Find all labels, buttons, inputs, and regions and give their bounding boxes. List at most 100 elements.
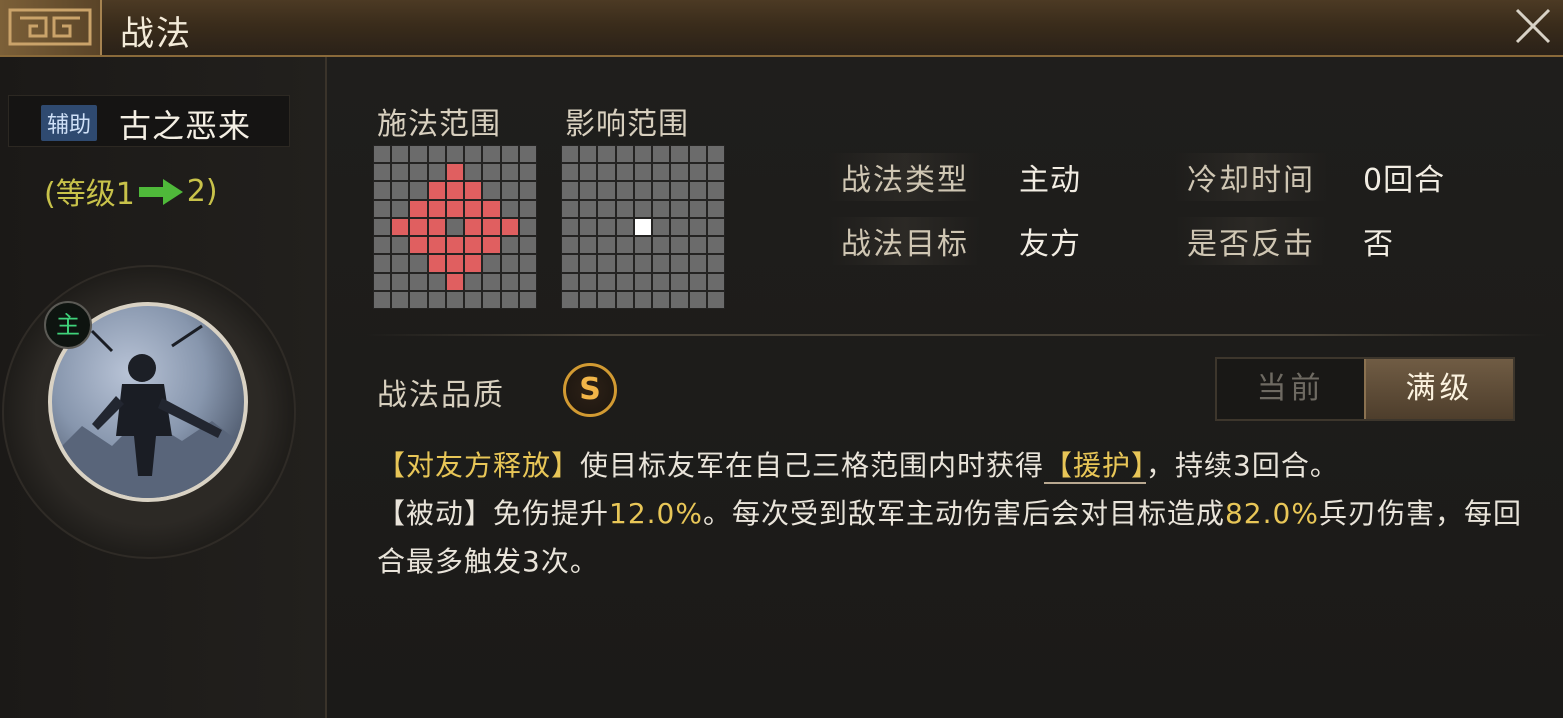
level-from: (等级1 (44, 177, 135, 212)
grid-cell (465, 164, 482, 181)
grid-cell (428, 237, 445, 254)
grid-cell (501, 291, 518, 308)
grid-cell (465, 273, 482, 290)
grid-cell (634, 182, 652, 199)
desc-text-1: 使目标友军在自己三格范围内时获得 (580, 449, 1045, 482)
grid-cell (634, 273, 652, 290)
effect-range-label: 影响范围 (565, 107, 689, 142)
tab-current[interactable]: 当前 (1217, 359, 1364, 419)
tab-max-level[interactable]: 满级 (1364, 359, 1513, 419)
grid-cell (689, 182, 706, 199)
grid-cell (689, 200, 706, 217)
desc-passive: 【被动】免伤提升 (377, 497, 610, 530)
grid-cell (446, 291, 464, 308)
grid-cell (616, 255, 633, 272)
grid-cell (598, 291, 615, 308)
desc-value-2: 82.0% (1224, 497, 1319, 530)
grid-cell (519, 255, 536, 272)
grid-cell (465, 291, 482, 308)
grid-cell (428, 200, 445, 217)
tactic-type-value: 主动 (1019, 163, 1081, 198)
desc-guard-link[interactable]: 【援护】 (1044, 449, 1147, 484)
grid-cell (501, 200, 518, 217)
cast-range-label: 施法范围 (377, 107, 501, 142)
grid-cell (519, 164, 536, 181)
grid-cell (374, 200, 391, 217)
grid-cell (446, 182, 464, 199)
grid-cell (616, 273, 633, 290)
grid-cell (562, 200, 579, 217)
grid-cell (671, 237, 688, 254)
grid-cell (616, 182, 633, 199)
grid-cell (562, 146, 579, 163)
role-tag: 辅助 (41, 105, 98, 141)
grid-cell (671, 273, 688, 290)
counterattack-value: 否 (1363, 227, 1394, 262)
grid-cell (689, 273, 706, 290)
grid-cell (653, 182, 670, 199)
grid-cell (707, 200, 724, 217)
grid-cell (428, 182, 445, 199)
grid-cell (616, 218, 633, 236)
close-icon[interactable] (1511, 4, 1555, 48)
tactic-description: 【对友方释放】使目标友军在自己三格范围内时获得【援护】，持续3回合。 【被动】免… (377, 442, 1537, 586)
desc-target-tag: 【对友方释放】 (377, 449, 581, 482)
main-tactic-badge: 主 (44, 301, 92, 349)
grid-cell (689, 291, 706, 308)
grid-cell (465, 200, 482, 217)
grid-cell (671, 200, 688, 217)
grid-cell (446, 255, 464, 272)
grid-cell (428, 255, 445, 272)
grid-cell (707, 146, 724, 163)
grid-cell (598, 200, 615, 217)
grid-cell (598, 273, 615, 290)
level-to: 2) (186, 173, 218, 209)
grid-cell (410, 146, 427, 163)
quality-grade-badge: S (563, 363, 617, 417)
grid-cell (410, 164, 427, 181)
grid-cell (483, 255, 500, 272)
grid-cell (392, 273, 409, 290)
grid-cell (671, 182, 688, 199)
quality-label: 战法品质 (377, 378, 505, 413)
grid-cell (616, 164, 633, 181)
grid-cell (580, 273, 597, 290)
grid-cell (653, 218, 670, 236)
grid-cell (616, 146, 633, 163)
grid-cell (562, 273, 579, 290)
grid-cell (580, 164, 597, 181)
grid-cell (410, 291, 427, 308)
level-upgrade: (等级1 2) (44, 169, 218, 213)
grid-cell (392, 291, 409, 308)
grid-cell (634, 291, 652, 308)
grid-cell (483, 164, 500, 181)
grid-cell (598, 255, 615, 272)
grid-cell (562, 237, 579, 254)
grid-cell (392, 218, 409, 236)
grid-cell (501, 255, 518, 272)
desc-value-1: 12.0% (609, 497, 703, 530)
grid-cell (501, 164, 518, 181)
grid-cell (653, 237, 670, 254)
cooldown-label: 冷却时间 (1175, 153, 1327, 201)
grid-cell (653, 255, 670, 272)
grid-cell (392, 164, 409, 181)
window-title: 战法 (120, 14, 192, 54)
grid-cell (392, 255, 409, 272)
corner-ornament-icon (0, 0, 102, 55)
tactic-target-value: 友方 (1019, 227, 1081, 262)
grid-cell (428, 164, 445, 181)
grid-cell (598, 182, 615, 199)
grid-cell (446, 164, 464, 181)
grid-cell (580, 255, 597, 272)
grid-cell (519, 237, 536, 254)
effect-range-grid (561, 145, 725, 309)
grid-cell (465, 255, 482, 272)
grid-cell (707, 182, 724, 199)
grid-cell (580, 200, 597, 217)
grid-cell (410, 237, 427, 254)
grid-cell (446, 273, 464, 290)
tactic-target-label: 战法目标 (829, 217, 981, 265)
grid-cell (671, 255, 688, 272)
grid-cell (634, 146, 652, 163)
